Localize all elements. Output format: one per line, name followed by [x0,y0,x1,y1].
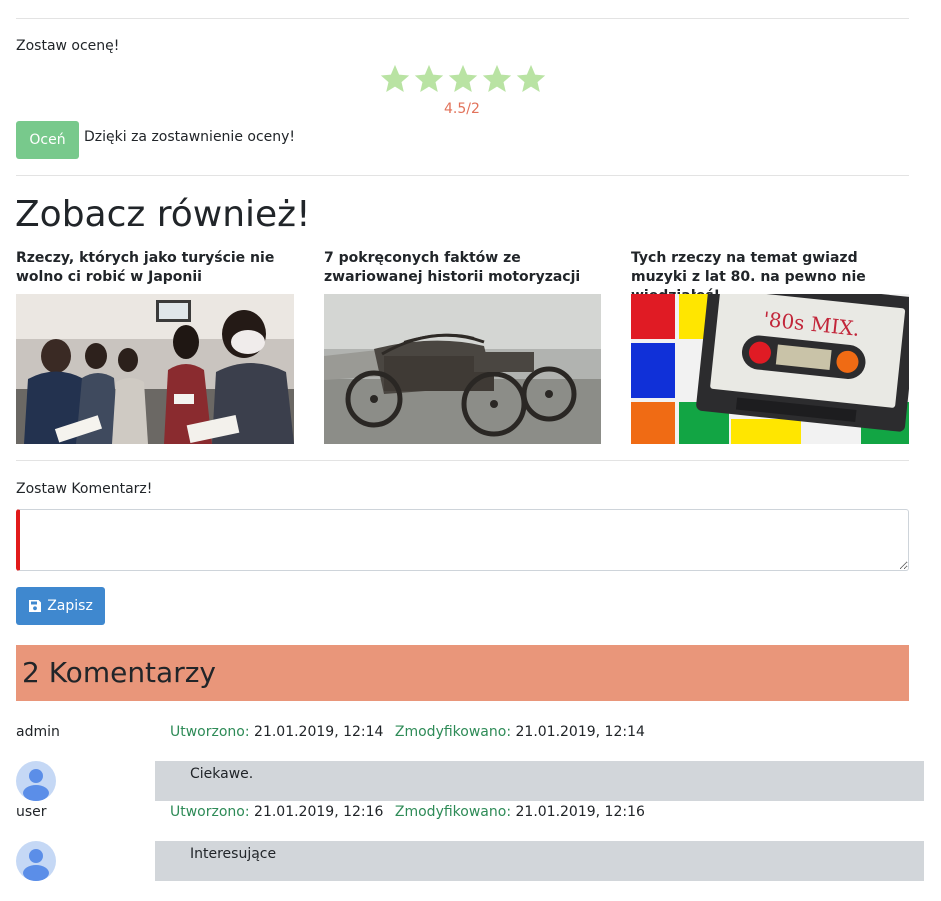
rating-divider [16,175,909,176]
article-thumbnail[interactable] [324,294,602,444]
article-thumbnail[interactable] [16,294,294,444]
rate-button[interactable]: Oceń [16,121,79,159]
floppy-disk-icon [28,599,42,613]
rating-value: 4.5/2 [444,101,480,117]
article-title[interactable]: Tych rzeczy na temat gwiazd muzyki z lat… [631,249,909,294]
see-also-title: Zobacz również! [15,194,311,235]
modified-date: 21.01.2019, 12:14 [515,724,645,740]
article-thumbnail[interactable]: '80s MIX. [631,294,909,444]
created-date: 21.01.2019, 12:16 [254,804,384,820]
article-card[interactable]: 7 pokręconych faktów ze zwariowanej hist… [324,249,602,444]
modified-date: 21.01.2019, 12:16 [515,804,645,820]
star-icon[interactable] [446,62,480,96]
save-button-label: Zapisz [47,598,93,614]
article-card[interactable]: Tych rzeczy na temat gwiazd muzyki z lat… [631,249,909,444]
star-icon[interactable] [514,62,548,96]
created-label: Utworzono: [170,804,250,820]
article-title[interactable]: Rzeczy, których jako turyście nie wolno … [16,249,294,294]
article-card[interactable]: Rzeczy, których jako turyście nie wolno … [16,249,294,444]
modified-label: Zmodyfikowano: [394,804,512,820]
comment-form-label: Zostaw Komentarz! [16,481,153,497]
comments-count-title: 2 Komentarzy [22,656,216,689]
avatar [16,761,56,801]
rating-thanks-message: Dzięki za zostawnienie oceny! [84,129,296,145]
comment-body: Ciekawe. [155,761,924,801]
comment-author: admin [16,724,60,740]
comment-meta: Utworzono: 21.01.2019, 12:14 Zmodyfikowa… [170,724,645,740]
star-rating[interactable] [378,62,548,96]
created-date: 21.01.2019, 12:14 [254,724,384,740]
star-icon[interactable] [412,62,446,96]
rating-label: Zostaw ocenę! [16,38,120,54]
comment-textarea[interactable] [16,509,909,571]
save-button[interactable]: Zapisz [16,587,105,625]
comment-meta: Utworzono: 21.01.2019, 12:16 Zmodyfikowa… [170,804,645,820]
comments-header: 2 Komentarzy [16,645,909,701]
top-divider [16,18,909,19]
modified-label: Zmodyfikowano: [394,724,512,740]
star-icon[interactable] [378,62,412,96]
created-label: Utworzono: [170,724,250,740]
article-title[interactable]: 7 pokręconych faktów ze zwariowanej hist… [324,249,602,294]
star-icon[interactable] [480,62,514,96]
avatar [16,841,56,881]
see-also-divider [16,460,909,461]
comment-author: user [16,804,47,820]
comment-body: Interesujące [155,841,924,881]
